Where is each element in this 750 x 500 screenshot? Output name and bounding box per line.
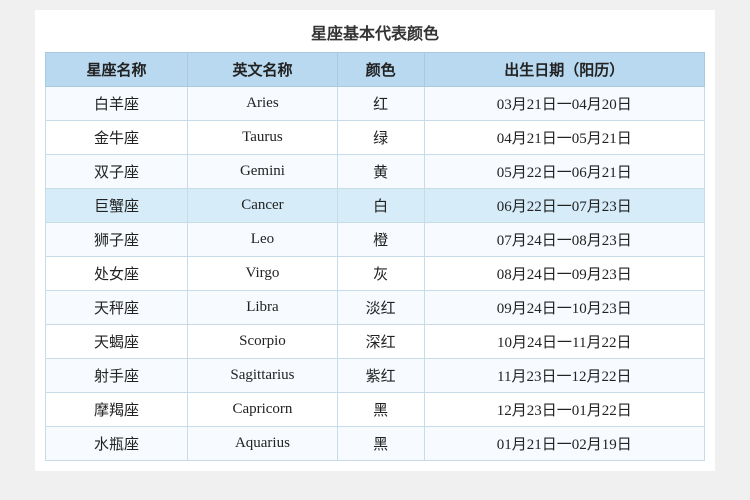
col-header-chinese: 星座名称	[46, 53, 188, 87]
cell-chinese: 天蝎座	[46, 325, 188, 359]
page-wrapper: 星座基本代表颜色 星座名称 英文名称 颜色 出生日期（阳历） 白羊座Aries红…	[35, 10, 715, 471]
table-row: 天蝎座Scorpio深红10月24日一11月22日	[46, 325, 705, 359]
cell-english: Capricorn	[188, 393, 338, 427]
cell-english: Virgo	[188, 257, 338, 291]
cell-date: 06月22日一07月23日	[424, 189, 704, 223]
cell-color: 绿	[337, 121, 424, 155]
cell-date: 03月21日一04月20日	[424, 87, 704, 121]
table-row: 处女座Virgo灰08月24日一09月23日	[46, 257, 705, 291]
cell-color: 红	[337, 87, 424, 121]
table-row: 狮子座Leo橙07月24日一08月23日	[46, 223, 705, 257]
cell-english: Aries	[188, 87, 338, 121]
cell-date: 08月24日一09月23日	[424, 257, 704, 291]
cell-date: 10月24日一11月22日	[424, 325, 704, 359]
cell-english: Leo	[188, 223, 338, 257]
cell-chinese: 天秤座	[46, 291, 188, 325]
cell-chinese: 双子座	[46, 155, 188, 189]
table-header-row: 星座名称 英文名称 颜色 出生日期（阳历）	[46, 53, 705, 87]
cell-english: Taurus	[188, 121, 338, 155]
cell-chinese: 狮子座	[46, 223, 188, 257]
table-row: 射手座Sagittarius紫红11月23日一12月22日	[46, 359, 705, 393]
cell-chinese: 摩羯座	[46, 393, 188, 427]
cell-color: 黑	[337, 393, 424, 427]
cell-color: 深红	[337, 325, 424, 359]
cell-chinese: 处女座	[46, 257, 188, 291]
col-header-color: 颜色	[337, 53, 424, 87]
cell-date: 09月24日一10月23日	[424, 291, 704, 325]
table-row: 巨蟹座Cancer白06月22日一07月23日	[46, 189, 705, 223]
table-row: 白羊座Aries红03月21日一04月20日	[46, 87, 705, 121]
cell-date: 11月23日一12月22日	[424, 359, 704, 393]
cell-date: 07月24日一08月23日	[424, 223, 704, 257]
cell-color: 橙	[337, 223, 424, 257]
cell-date: 04月21日一05月21日	[424, 121, 704, 155]
table-row: 水瓶座Aquarius黑01月21日一02月19日	[46, 427, 705, 461]
cell-color: 灰	[337, 257, 424, 291]
table-row: 摩羯座Capricorn黑12月23日一01月22日	[46, 393, 705, 427]
cell-color: 淡红	[337, 291, 424, 325]
col-header-date: 出生日期（阳历）	[424, 53, 704, 87]
cell-chinese: 白羊座	[46, 87, 188, 121]
cell-date: 01月21日一02月19日	[424, 427, 704, 461]
cell-color: 黑	[337, 427, 424, 461]
cell-date: 12月23日一01月22日	[424, 393, 704, 427]
cell-color: 紫红	[337, 359, 424, 393]
cell-english: Sagittarius	[188, 359, 338, 393]
cell-english: Scorpio	[188, 325, 338, 359]
cell-chinese: 射手座	[46, 359, 188, 393]
cell-english: Gemini	[188, 155, 338, 189]
cell-date: 05月22日一06月21日	[424, 155, 704, 189]
cell-chinese: 巨蟹座	[46, 189, 188, 223]
table-row: 双子座Gemini黄05月22日一06月21日	[46, 155, 705, 189]
cell-color: 白	[337, 189, 424, 223]
cell-chinese: 金牛座	[46, 121, 188, 155]
table-row: 天秤座Libra淡红09月24日一10月23日	[46, 291, 705, 325]
cell-color: 黄	[337, 155, 424, 189]
cell-english: Aquarius	[188, 427, 338, 461]
cell-english: Libra	[188, 291, 338, 325]
cell-chinese: 水瓶座	[46, 427, 188, 461]
zodiac-table: 星座名称 英文名称 颜色 出生日期（阳历） 白羊座Aries红03月21日一04…	[45, 52, 705, 461]
page-title: 星座基本代表颜色	[45, 20, 705, 44]
table-row: 金牛座Taurus绿04月21日一05月21日	[46, 121, 705, 155]
cell-english: Cancer	[188, 189, 338, 223]
table-body: 白羊座Aries红03月21日一04月20日金牛座Taurus绿04月21日一0…	[46, 87, 705, 461]
col-header-english: 英文名称	[188, 53, 338, 87]
